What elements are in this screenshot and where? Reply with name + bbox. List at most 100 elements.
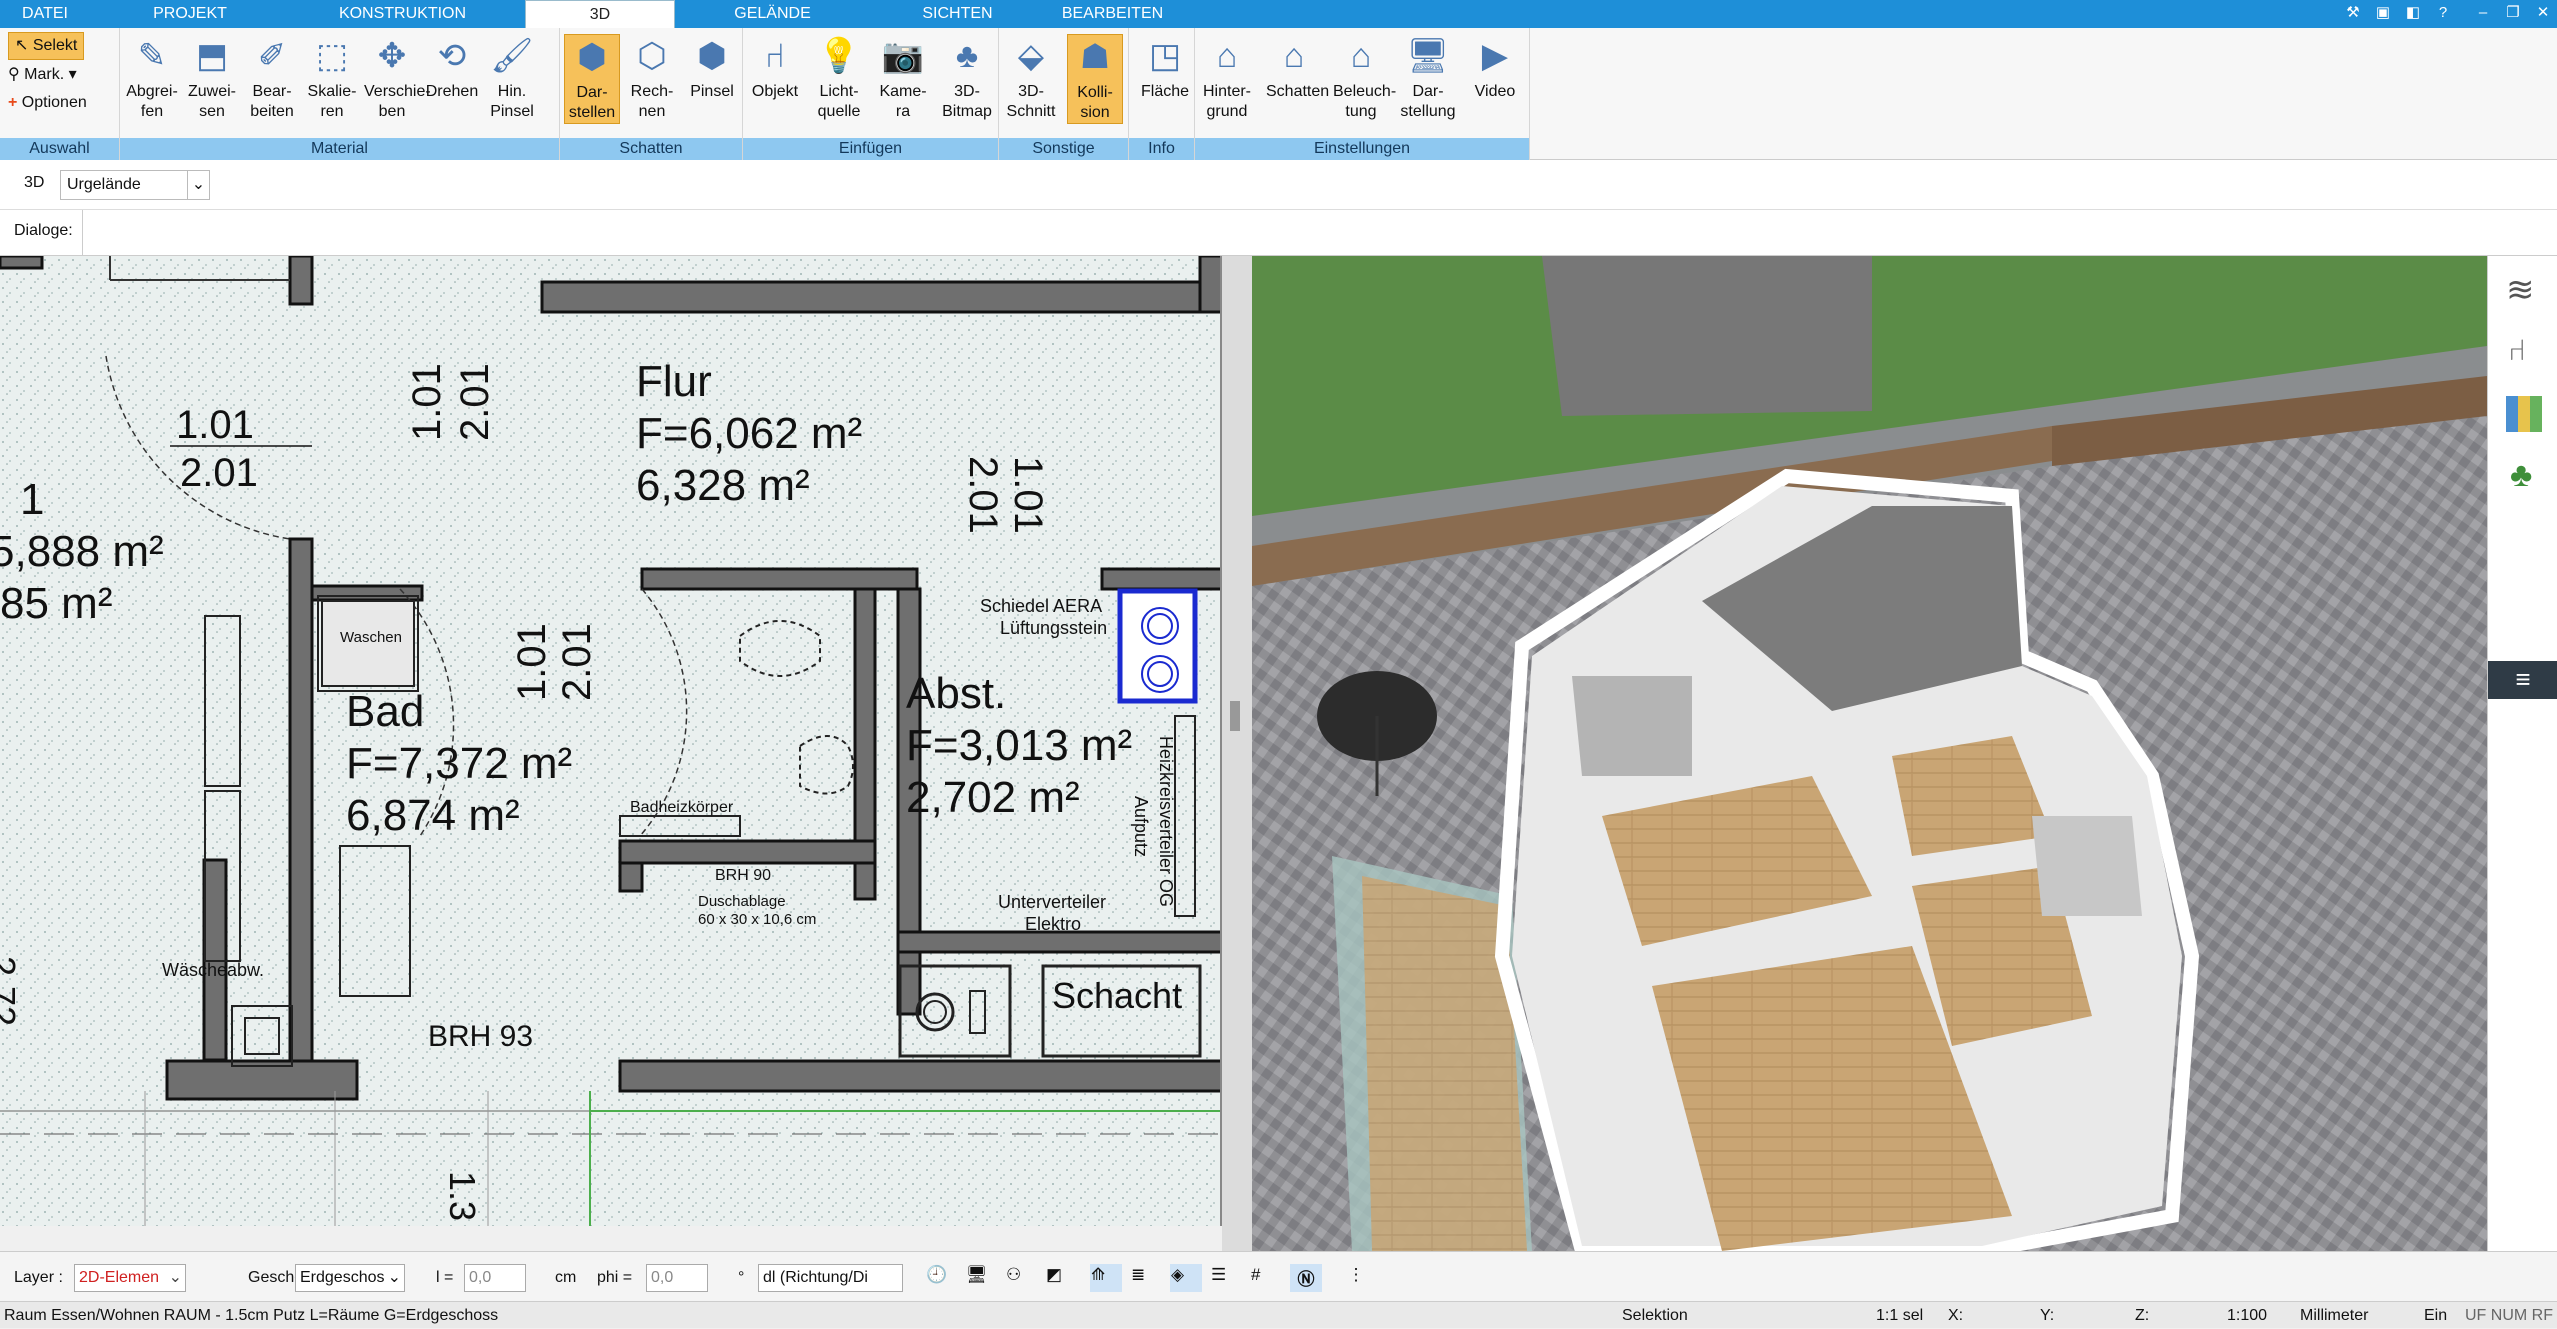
options-button[interactable]: + Optionen xyxy=(8,90,87,116)
tree-icon[interactable]: ♣ xyxy=(2510,456,2532,495)
material-button-6[interactable]: 🖌 Hin. Pinsel xyxy=(484,34,540,122)
group-einfuegen: Einfügen ⑁ Objekt 💡 Licht- quelle 📷 Kame- ra ♣… xyxy=(743,28,999,160)
einfuegen-button-2[interactable]: 📷 Kame- ra xyxy=(875,34,931,122)
wall-icon[interactable]: ≣ xyxy=(1130,1264,1162,1292)
camera-icon: 📷 xyxy=(881,37,925,75)
label-badheizkoerper: Badheizkörper xyxy=(630,799,734,816)
einfuegen-button-label: 3D- Bitmap xyxy=(942,83,992,120)
chair-icon[interactable]: ⑁ xyxy=(2508,334,2526,368)
select-button[interactable]: ↖ Selekt xyxy=(8,32,85,60)
menu-icon[interactable]: ≡ xyxy=(2488,661,2557,699)
split-divider[interactable] xyxy=(1222,256,1252,1251)
window-icon[interactable]: ▣ xyxy=(2370,2,2396,24)
palette-icon[interactable] xyxy=(2506,396,2542,432)
group-schatten: Schatten ⬢ Dar- stellen ⬡ Rech- nen ⬢ Pinsel xyxy=(560,28,743,160)
geschoss-select[interactable]: Erdgeschos ⌄ xyxy=(295,1264,405,1292)
schatten-button-2[interactable]: ⬢ Pinsel xyxy=(684,34,740,102)
phi-value: 0,0 xyxy=(651,1269,674,1286)
einstellungen-button-2[interactable]: ⌂ Beleuch- tung xyxy=(1333,34,1396,122)
einfuegen-button-1[interactable]: 💡 Licht- quelle xyxy=(811,34,867,122)
material-button-3[interactable]: ⬚ Skalie- ren xyxy=(304,34,360,122)
einstellungen-button-1[interactable]: ⌂ Schatten xyxy=(1266,34,1329,102)
einfuegen-button-3[interactable]: ♣ 3D- Bitmap xyxy=(939,34,995,122)
clock-icon[interactable]: 🕘 xyxy=(925,1264,957,1292)
tab-bearbeiten[interactable]: BEARBEITEN xyxy=(1050,0,1175,28)
status-mode: Selektion xyxy=(1622,1307,1688,1324)
material-button-0[interactable]: ✎ Abgrei- fen xyxy=(124,34,180,122)
tab-sichten[interactable]: SICHTEN xyxy=(900,0,1015,28)
color-icon[interactable]: ◧ xyxy=(2400,2,2426,24)
phi-label: phi = xyxy=(597,1269,633,1286)
room-name-bad: Bad xyxy=(346,687,424,736)
schatten-button-0[interactable]: ⬢ Dar- stellen xyxy=(564,34,620,124)
splitter-handle[interactable] xyxy=(1230,701,1240,731)
layer-select[interactable]: 2D-Elemen ⌄ xyxy=(74,1264,186,1292)
material-button-label: Verschie- ben xyxy=(364,83,431,120)
north-icon[interactable]: Ⓝ xyxy=(1290,1264,1322,1292)
tab-datei[interactable]: DATEI xyxy=(0,0,90,28)
dim-bottom: 1.3 xyxy=(442,1171,483,1221)
einfuegen-button-label: Kame- ra xyxy=(879,83,927,120)
schatten-button-1[interactable]: ⬡ Rech- nen xyxy=(624,34,680,122)
dl-select[interactable]: dl (Richtung/Di xyxy=(758,1264,903,1292)
mark-button[interactable]: ⚲ Mark. ▾ xyxy=(8,62,77,88)
restore-icon[interactable]: ❐ xyxy=(2500,2,2526,24)
group-label-info: Info xyxy=(1129,138,1194,160)
view-toolbar: 3D Urgelände ⌄ xyxy=(0,160,2557,210)
einstellungen-button-0[interactable]: ⌂ Hinter- grund xyxy=(1199,34,1255,122)
label-schacht: Schacht xyxy=(1052,975,1182,1016)
more-icon[interactable]: ⋮ xyxy=(1340,1264,1372,1292)
tab-3d[interactable]: 3D xyxy=(525,0,675,28)
grid-icon[interactable]: # xyxy=(1250,1264,1282,1292)
status-z: Z: xyxy=(2135,1307,2150,1324)
help-icon[interactable]: ? xyxy=(2430,2,2456,24)
move-icon: ✥ xyxy=(377,37,407,75)
minimize-icon[interactable]: – xyxy=(2470,2,2496,24)
snap-icon[interactable]: ⟰ xyxy=(1090,1264,1122,1292)
label-brh90: BRH 90 xyxy=(715,867,771,884)
people-icon[interactable]: ⚇ xyxy=(1005,1264,1037,1292)
tab-projekt[interactable]: PROJEKT xyxy=(130,0,250,28)
einstellungen-button-3[interactable]: 🖥 Dar- stellung xyxy=(1400,34,1456,122)
phi-input[interactable]: 0,0 xyxy=(646,1264,708,1292)
sonstige-button-0[interactable]: ⬙ 3D- Schnitt xyxy=(1003,34,1059,122)
room-area-bad: F=7,372 m² xyxy=(346,739,572,788)
einfuegen-button-0[interactable]: ⑁ Objekt xyxy=(747,34,803,102)
schatten-button-label: Dar- stellen xyxy=(568,84,616,121)
room-name-left: 1 xyxy=(20,475,44,524)
door-dim-4-width: 1.01 xyxy=(510,623,554,701)
material-button-5[interactable]: ⟲ Drehen xyxy=(424,34,480,102)
material-button-1[interactable]: ⬒ Zuwei- sen xyxy=(184,34,240,122)
3d-view[interactable] xyxy=(1252,256,2487,1251)
group-sonstige: Sonstige ⬙ 3D- Schnitt ☗ Kolli- sion xyxy=(999,28,1129,160)
close-icon[interactable]: ✕ xyxy=(2530,2,2556,24)
scale-icon: ⬚ xyxy=(315,37,349,75)
cube-icon[interactable]: ◩ xyxy=(1045,1264,1077,1292)
info-button-0[interactable]: ◳ Fläche xyxy=(1137,34,1193,102)
floor-icon[interactable]: ◈ xyxy=(1170,1264,1202,1292)
floor-plan-view[interactable]: Flur F=6,062 m² 6,328 m² Bad F=7,372 m² … xyxy=(0,256,1222,1226)
room-area2-abst: 2,702 m² xyxy=(906,773,1080,822)
select-label: Selekt xyxy=(32,37,78,54)
group-label-einstellungen: Einstellungen xyxy=(1195,138,1529,160)
group-einstellungen: Einstellungen ⌂ Hinter- grund ⌂ Schatten ⌂ Be… xyxy=(1195,28,1530,160)
status-ein: Ein xyxy=(2424,1307,2448,1324)
einstellungen-button-4[interactable]: ▶ Video xyxy=(1467,34,1523,102)
tab-gelaende[interactable]: GELÄNDE xyxy=(705,0,840,28)
material-button-4[interactable]: ✥ Verschie- ben xyxy=(364,34,431,122)
monitor-icon[interactable]: 🖥 xyxy=(965,1264,997,1292)
section-icon: ⬙ xyxy=(1017,37,1045,75)
lines-icon[interactable]: ☰ xyxy=(1210,1264,1242,1292)
collision-icon: ☗ xyxy=(1079,38,1111,76)
label-lueftungsstein: Lüftungsstein xyxy=(1000,618,1107,638)
layers-icon[interactable]: ≋ xyxy=(2506,270,2535,310)
sonstige-button-1[interactable]: ☗ Kolli- sion xyxy=(1067,34,1123,124)
tab-konstruktion[interactable]: KONSTRUKTION xyxy=(320,0,485,28)
tools-icon[interactable]: ⚒ xyxy=(2340,2,2366,24)
terrain-select[interactable]: Urgelände ⌄ xyxy=(60,170,210,200)
l-input[interactable]: 0,0 xyxy=(464,1264,526,1292)
room-name-flur: Flur xyxy=(636,357,712,406)
material-button-2[interactable]: ✐ Bear- beiten xyxy=(244,34,300,122)
ribbon: ↖ Selekt ⚲ Mark. ▾ + Optionen Auswahl Ma… xyxy=(0,28,2557,160)
plus-icon: + xyxy=(8,94,18,111)
